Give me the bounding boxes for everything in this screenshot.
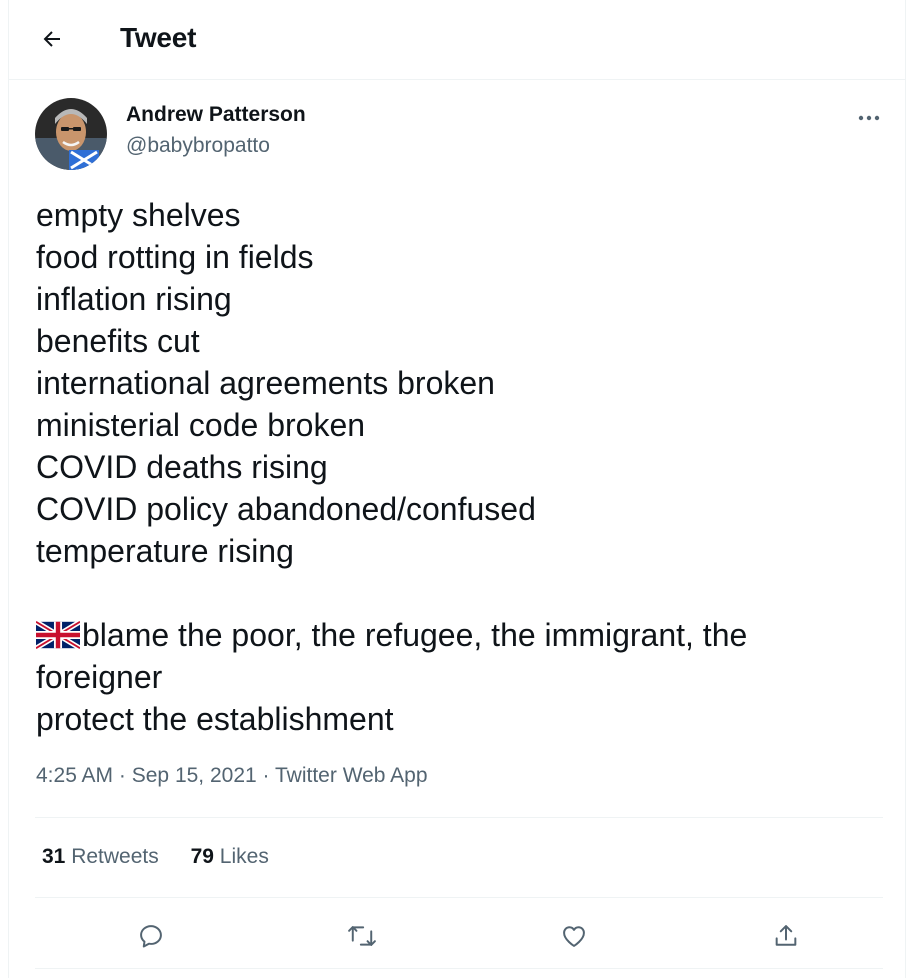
tweet-line: inflation rising [36, 281, 232, 317]
arrow-left-icon [43, 31, 60, 47]
tweet-line: food rotting in fields [36, 239, 314, 275]
divider [35, 968, 883, 969]
tweet-actions [35, 913, 883, 959]
likes-stat[interactable]: 79 Likes [191, 845, 269, 868]
avatar[interactable] [35, 98, 107, 170]
back-button[interactable] [37, 24, 67, 54]
tweet-line: protect the establishment [36, 701, 394, 737]
reply-button[interactable] [128, 913, 174, 959]
tweet-line: COVID policy abandoned/confused [36, 491, 536, 527]
retweets-count: 31 [42, 845, 66, 868]
meta-separator: · [118, 764, 126, 787]
tweet-stats: 31 Retweets 79 Likes [42, 845, 295, 869]
tweet-page: Tweet Andrew Patterson @babybropatto emp… [8, 0, 906, 978]
tweet-text: empty shelves food rotting in fields inf… [36, 194, 876, 740]
retweet-icon [348, 926, 376, 946]
tweet-line: COVID deaths rising [36, 449, 328, 485]
reply-icon [140, 925, 162, 948]
tweet-line: ministerial code broken [36, 407, 366, 443]
likes-count: 79 [190, 845, 214, 868]
tweet-time[interactable]: 4:25 AM [36, 764, 113, 787]
retweet-button[interactable] [339, 913, 385, 959]
heart-icon [563, 926, 585, 947]
like-button[interactable] [551, 913, 597, 959]
tweet-line: benefits cut [36, 323, 200, 359]
author-handle[interactable]: @babybropatto [126, 134, 270, 158]
divider [35, 817, 883, 818]
tweet-line: foreigner [36, 659, 163, 695]
likes-label: Likes [219, 845, 269, 868]
share-icon [775, 925, 797, 946]
more-options-button[interactable] [853, 102, 885, 134]
retweets-stat[interactable]: 31 Retweets [42, 845, 159, 868]
uk-flag-icon [36, 621, 80, 649]
meta-separator: · [262, 764, 270, 787]
tweet-line: blame the poor, the refugee, the immigra… [82, 617, 748, 653]
retweets-label: Retweets [71, 845, 159, 868]
share-button[interactable] [763, 913, 809, 959]
divider [35, 897, 883, 898]
tweet-line: temperature rising [36, 533, 294, 569]
page-title: Tweet [120, 22, 197, 53]
page-header: Tweet [9, 0, 905, 80]
tweet-line: international agreements broken [36, 365, 495, 401]
tweet-meta: 4:25 AM · Sep 15, 2021 · Twitter Web App [36, 764, 428, 788]
author-name[interactable]: Andrew Patterson [126, 103, 306, 127]
tweet-source-app[interactable]: Twitter Web App [275, 764, 428, 787]
tweet-line: empty shelves [36, 197, 241, 233]
tweet-line-with-flag: blame the poor, the refugee, the immigra… [36, 614, 876, 656]
tweet-date[interactable]: Sep 15, 2021 [132, 764, 257, 787]
avatar-image [35, 98, 107, 170]
more-dots-icon [858, 115, 880, 121]
